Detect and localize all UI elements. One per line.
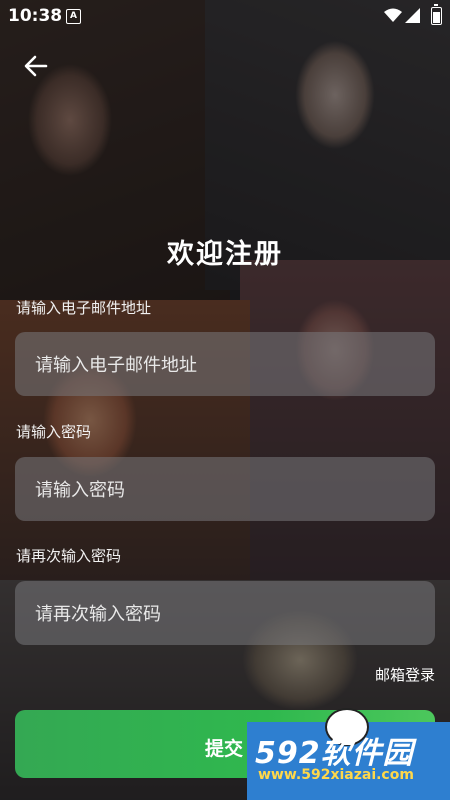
watermark-brand: 592软件园 — [255, 736, 414, 771]
password-field[interactable] — [33, 457, 439, 523]
signal-icon — [405, 8, 420, 23]
confirm-password-field[interactable] — [33, 581, 439, 647]
watermark-url: www.592xiazai.com — [258, 767, 414, 783]
wifi-icon — [384, 8, 402, 22]
status-bar: 10:38 A — [0, 0, 450, 32]
notification-icon: A — [66, 9, 81, 24]
email-field-container — [15, 332, 439, 398]
submit-button-label: 提交 — [205, 738, 244, 760]
email-field[interactable] — [33, 332, 439, 398]
page-title: 欢迎注册 — [167, 239, 283, 270]
back-arrow-icon[interactable] — [20, 50, 52, 82]
status-time: 10:38 — [8, 6, 63, 26]
email-label: 请输入电子邮件地址 — [16, 299, 152, 317]
password-field-container — [15, 457, 439, 523]
mail-login-link[interactable]: 邮箱登录 — [375, 664, 435, 685]
confirm-password-label: 请再次输入密码 — [16, 547, 122, 565]
battery-icon — [431, 4, 442, 25]
confirm-password-field-container — [15, 581, 439, 647]
password-label: 请输入密码 — [16, 423, 92, 441]
